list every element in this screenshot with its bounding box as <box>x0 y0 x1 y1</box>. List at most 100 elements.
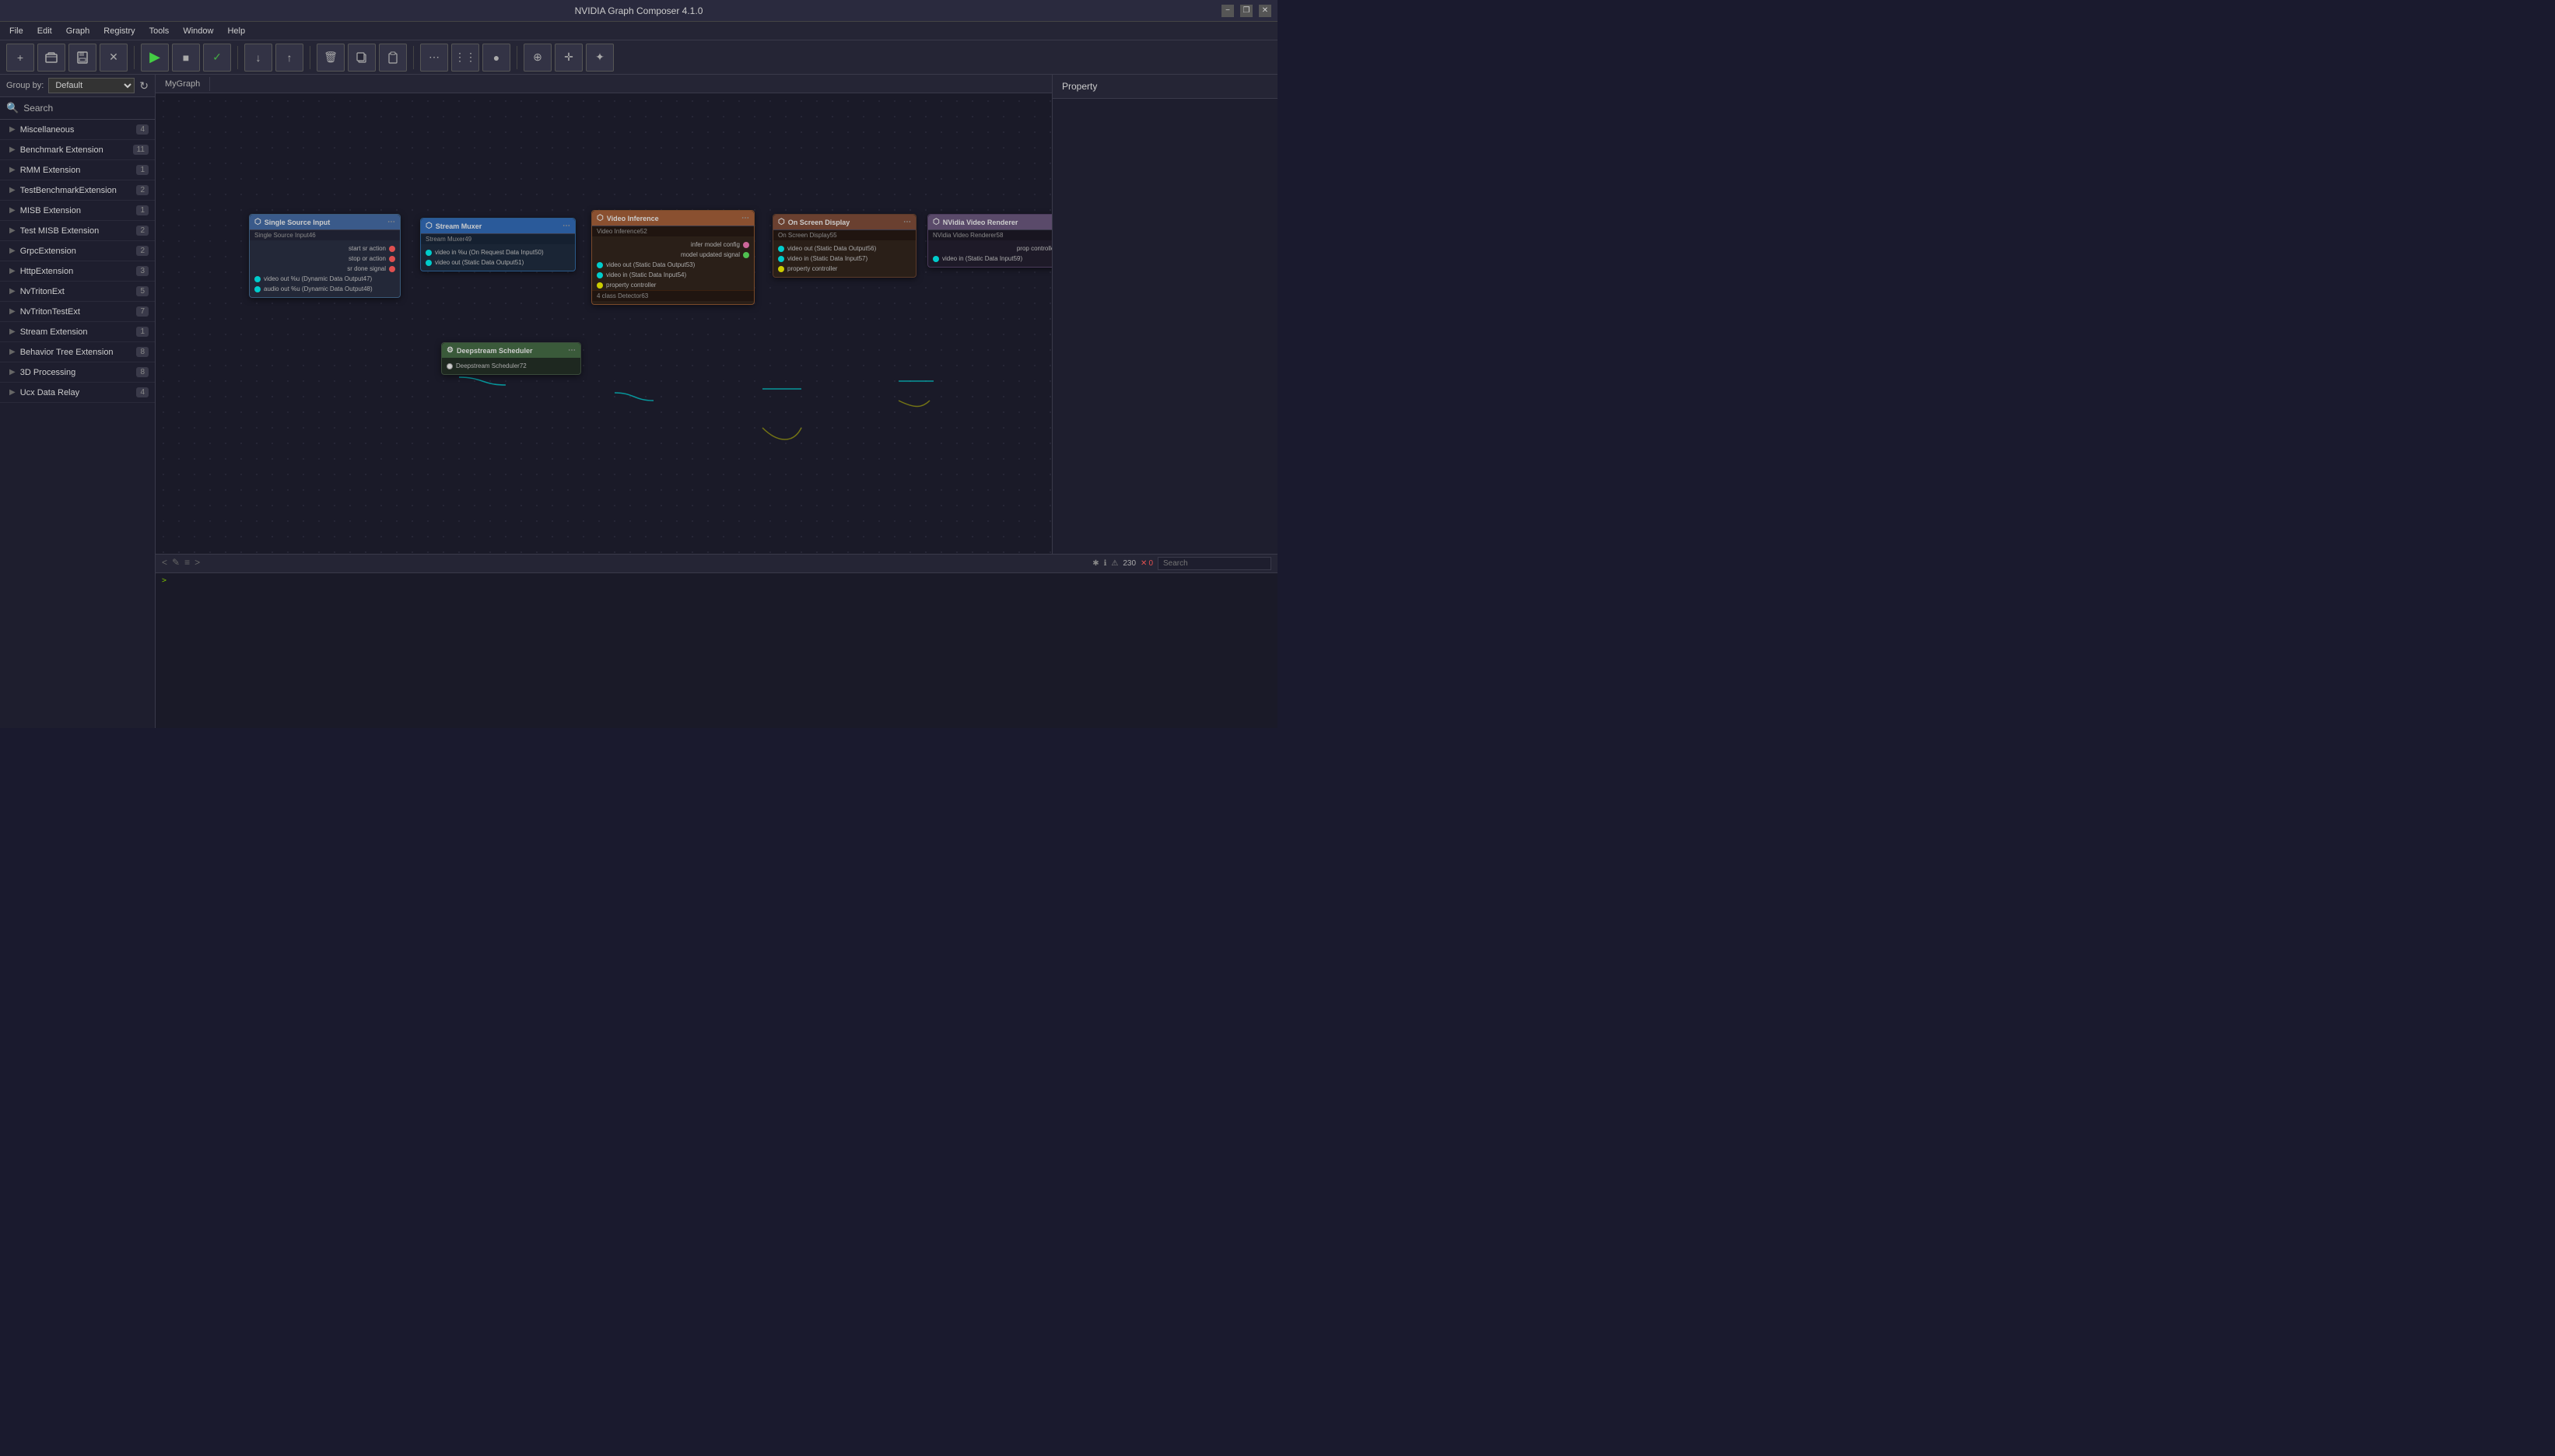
port-start-sr[interactable] <box>389 246 395 252</box>
node-title: Stream Muxer <box>436 222 482 230</box>
group-select[interactable]: Default <box>48 78 135 93</box>
download-button[interactable]: ↓ <box>244 44 272 72</box>
sidebar-item-label: HttpExtension <box>20 267 73 276</box>
port-prop-controller[interactable] <box>778 266 784 272</box>
port-video-out[interactable] <box>254 276 261 282</box>
node-subtitle: NVidia Video Renderer58 <box>928 229 1052 240</box>
node-stream-muxer[interactable]: ⬡ Stream Muxer ⋯ Stream Muxer49 video in… <box>420 218 576 271</box>
node-body: Deepstream Scheduler72 <box>442 358 580 374</box>
menu-help[interactable]: Help <box>221 25 251 37</box>
node-single-source[interactable]: ⬡ Single Source Input ⋯ Single Source In… <box>249 214 401 298</box>
port-video-in[interactable] <box>426 250 432 256</box>
close-button[interactable]: ✕ <box>1259 5 1271 17</box>
port-video-in[interactable] <box>933 256 939 262</box>
sidebar-item-test-misb[interactable]: ▶ Test MISB Extension 2 <box>0 221 155 241</box>
new-button[interactable]: + <box>6 44 34 72</box>
play-button[interactable]: ▶ <box>141 44 169 72</box>
port-sr-done[interactable] <box>389 266 395 272</box>
canvas-tab[interactable]: MyGraph <box>156 77 210 91</box>
paste-button[interactable] <box>379 44 407 72</box>
sidebar-item-nvtriton[interactable]: ▶ NvTritonExt 5 <box>0 282 155 302</box>
sidebar-item-misb[interactable]: ▶ MISB Extension 1 <box>0 201 155 221</box>
sidebar-item-ucx[interactable]: ▶ Ucx Data Relay 4 <box>0 383 155 403</box>
sidebar-item-http[interactable]: ▶ HttpExtension 3 <box>0 261 155 282</box>
node-icon: ⬡ <box>597 214 604 222</box>
stop-button[interactable]: ■ <box>172 44 200 72</box>
node-menu-btn[interactable]: ⋯ <box>741 214 749 222</box>
node-row: video out %u (Dynamic Data Output47) <box>250 274 400 284</box>
sidebar-item-label: GrpcExtension <box>20 247 76 256</box>
verify-button[interactable]: ✓ <box>203 44 231 72</box>
port-video-in[interactable] <box>778 256 784 262</box>
refresh-button[interactable]: ↻ <box>139 79 149 93</box>
menu-file[interactable]: File <box>3 25 30 37</box>
layout-button[interactable]: ✦ <box>586 44 614 72</box>
copy-button[interactable] <box>348 44 376 72</box>
menu-edit[interactable]: Edit <box>31 25 58 37</box>
node-menu-btn[interactable]: ⋯ <box>563 222 570 230</box>
sidebar-item-3d[interactable]: ▶ 3D Processing 8 <box>0 362 155 383</box>
menu-registry[interactable]: Registry <box>97 25 141 37</box>
target-button[interactable]: ⊕ <box>524 44 552 72</box>
sidebar-item-miscellaneous[interactable]: ▶ Miscellaneous 4 <box>0 120 155 140</box>
menu-window[interactable]: Window <box>177 25 219 37</box>
port-model-updated[interactable] <box>743 252 749 258</box>
item-count: 3 <box>136 266 149 276</box>
sidebar-item-grpc[interactable]: ▶ GrpcExtension 2 <box>0 241 155 261</box>
node-video-inference[interactable]: ⬡ Video Inference ⋯ Video Inference52 in… <box>591 210 755 305</box>
graph-canvas[interactable]: ⬡ Single Source Input ⋯ Single Source In… <box>156 93 1052 554</box>
status-count: 230 <box>1123 559 1136 568</box>
node-on-screen-display[interactable]: ⬡ On Screen Display ⋯ On Screen Display5… <box>773 214 917 278</box>
sidebar-item-testbenchmark[interactable]: ▶ TestBenchmarkExtension 2 <box>0 180 155 201</box>
port-scheduler[interactable] <box>447 363 453 369</box>
chevron-icon: ▶ <box>9 368 16 376</box>
port-infer-config[interactable] <box>743 242 749 248</box>
terminal-prompt-btn[interactable]: > <box>195 557 200 568</box>
sidebar-item-benchmark[interactable]: ▶ Benchmark Extension 11 <box>0 140 155 160</box>
restore-button[interactable]: ❐ <box>1240 5 1253 17</box>
save-button[interactable] <box>68 44 96 72</box>
more1-button[interactable]: ⋯ <box>420 44 448 72</box>
close-file-button[interactable]: ✕ <box>100 44 128 72</box>
node-nvidia-renderer[interactable]: ⬡ NVidia Video Renderer ⋯ NVidia Video R… <box>927 214 1052 268</box>
menu-tools[interactable]: Tools <box>143 25 176 37</box>
search-box[interactable]: 🔍 Search <box>0 97 155 120</box>
status-bar: < ✎ ≡ > ✱ ℹ ⚠ 230 ✕ 0 <box>156 554 1278 572</box>
menu-graph[interactable]: Graph <box>60 25 96 37</box>
sidebar-item-label: Miscellaneous <box>20 125 75 135</box>
upload-button[interactable]: ↑ <box>275 44 303 72</box>
port-video-in[interactable] <box>597 272 603 278</box>
canvas-area[interactable]: MyGraph <box>156 75 1052 554</box>
chevron-icon: ▶ <box>9 267 16 275</box>
node-menu-btn[interactable]: ⋯ <box>568 346 576 355</box>
terminal-list-btn[interactable]: ≡ <box>184 557 190 568</box>
node-deepstream-scheduler[interactable]: ⚙ Deepstream Scheduler ⋯ Deepstream Sche… <box>441 342 581 375</box>
sidebar-item-nvtriton-test[interactable]: ▶ NvTritonTestExt 7 <box>0 302 155 322</box>
sidebar-item-label: Benchmark Extension <box>20 145 103 155</box>
chevron-icon: ▶ <box>9 388 16 397</box>
more2-button[interactable]: ⋮⋮ <box>451 44 479 72</box>
error-icon: ✕ <box>1141 559 1147 568</box>
node-menu-btn[interactable]: ⋯ <box>903 218 911 226</box>
port-video-out[interactable] <box>597 262 603 268</box>
sidebar-item-stream[interactable]: ▶ Stream Extension 1 <box>0 322 155 342</box>
status-search-input[interactable] <box>1158 557 1271 570</box>
sidebar-item-label: TestBenchmarkExtension <box>20 186 117 195</box>
delete-button[interactable]: 🗑 <box>317 44 345 72</box>
port-stop-or[interactable] <box>389 256 395 262</box>
status-asterisk-icon: ✱ <box>1092 559 1099 568</box>
record-button[interactable]: ● <box>482 44 510 72</box>
port-video-out[interactable] <box>426 260 432 266</box>
sidebar-item-rmm[interactable]: ▶ RMM Extension 1 <box>0 160 155 180</box>
item-count: 1 <box>136 327 149 337</box>
terminal-edit-btn[interactable]: ✎ <box>172 557 180 568</box>
port-prop-controller[interactable] <box>597 282 603 289</box>
minimize-button[interactable]: − <box>1221 5 1234 17</box>
sidebar-item-behavior-tree[interactable]: ▶ Behavior Tree Extension 8 <box>0 342 155 362</box>
node-menu-btn[interactable]: ⋯ <box>387 218 395 226</box>
open-button[interactable] <box>37 44 65 72</box>
port-audio-out[interactable] <box>254 286 261 292</box>
port-video-out[interactable] <box>778 246 784 252</box>
center-button[interactable]: ✛ <box>555 44 583 72</box>
terminal-back-btn[interactable]: < <box>162 557 167 568</box>
